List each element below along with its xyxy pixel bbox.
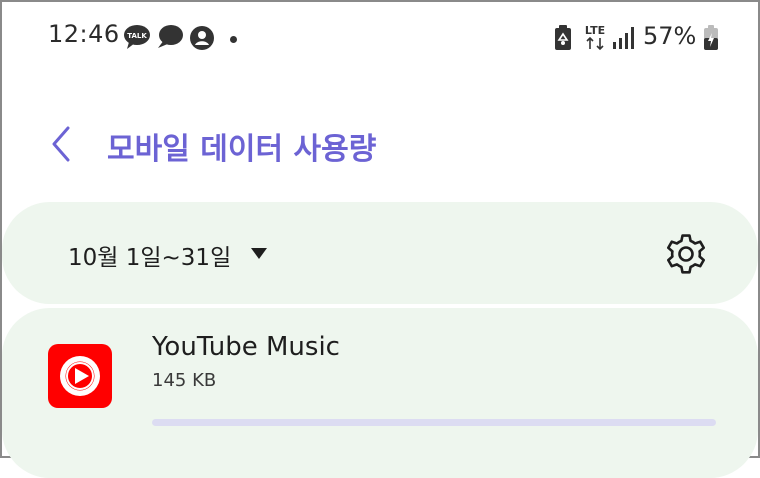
battery-charging-icon bbox=[704, 25, 718, 50]
battery-saver-icon bbox=[555, 25, 571, 50]
account-icon bbox=[190, 26, 214, 50]
kakaotalk-icon: TALK bbox=[124, 25, 150, 49]
app-name: YouTube Music bbox=[152, 332, 340, 362]
triangle-down-icon[interactable] bbox=[251, 248, 267, 259]
notification-dot bbox=[230, 36, 237, 43]
usage-progress-bar bbox=[152, 419, 716, 426]
status-bar: 12:46 TALK LTE 57% bbox=[2, 2, 758, 74]
app-data-usage: 145 KB bbox=[152, 370, 217, 391]
page-title: 모바일 데이터 사용량 bbox=[107, 132, 377, 167]
youtube-music-icon bbox=[48, 344, 112, 408]
app-usage-list: YouTube Music 145 KB bbox=[2, 308, 758, 478]
chat-bubble-icon bbox=[158, 25, 183, 48]
svg-text:LTE: LTE bbox=[585, 24, 605, 37]
app-bar: 모바일 데이터 사용량 bbox=[2, 102, 758, 192]
back-button[interactable] bbox=[46, 122, 80, 166]
status-time: 12:46 bbox=[48, 20, 120, 48]
signal-icon bbox=[613, 27, 634, 49]
lte-icon: LTE bbox=[585, 24, 605, 51]
battery-percent: 57% bbox=[643, 22, 697, 50]
date-range-selector[interactable]: 10월 1일~31일 bbox=[68, 238, 231, 272]
gear-icon[interactable] bbox=[662, 230, 710, 278]
svg-text:TALK: TALK bbox=[127, 32, 147, 40]
filter-card: 10월 1일~31일 bbox=[2, 202, 758, 304]
